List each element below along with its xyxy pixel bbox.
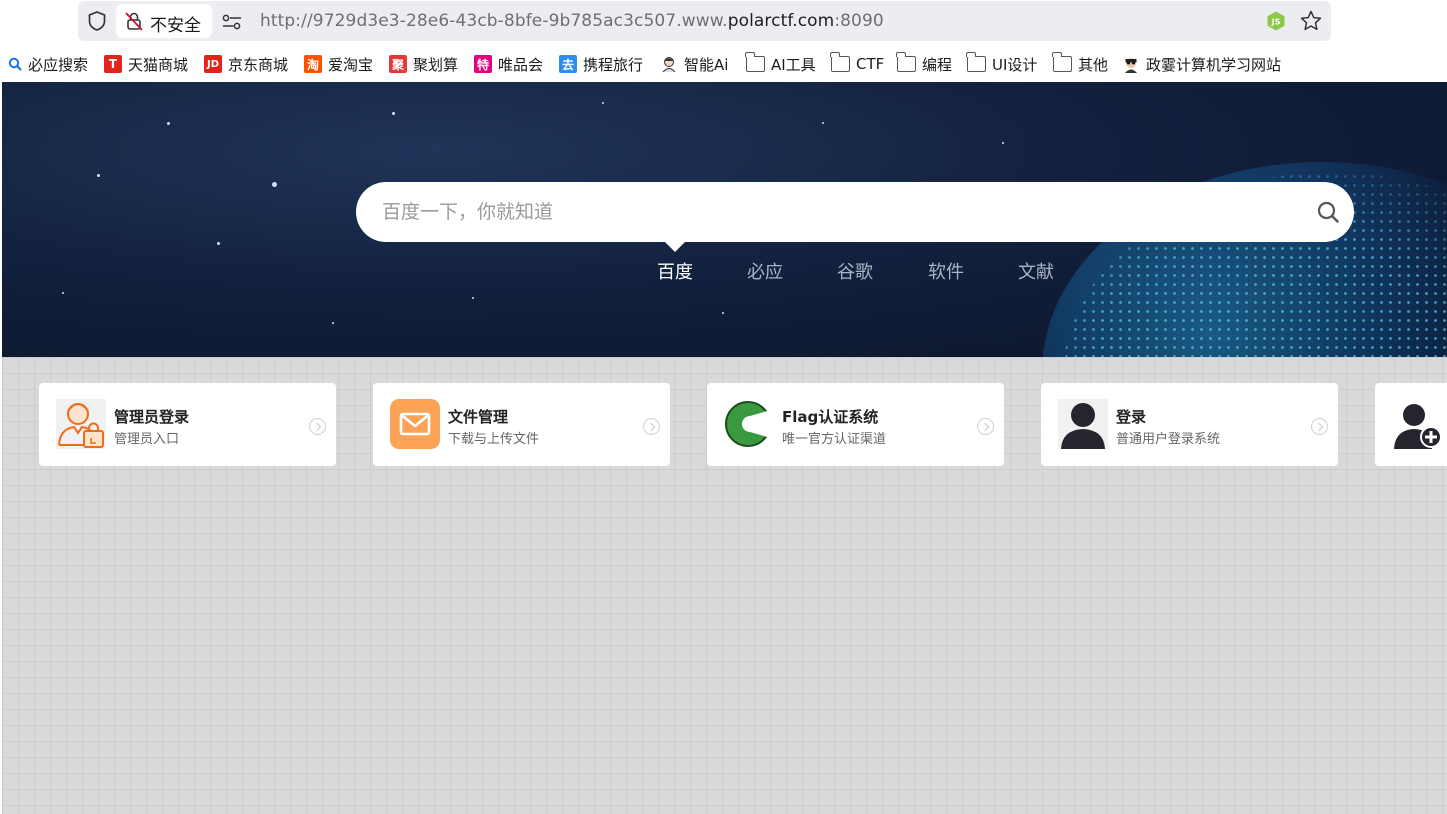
svg-text:JS: JS <box>1271 18 1281 27</box>
address-bar-row: 不安全 http://9729d3e3-28e6-43cb-8bfe-9b785… <box>0 0 1447 44</box>
bookmark-label: 必应搜索 <box>28 55 89 74</box>
ctrip-icon: 去 <box>559 55 577 73</box>
nodejs-extension-icon[interactable]: JS <box>1265 10 1287 32</box>
bookmark-juhuasuan[interactable]: 聚 聚划算 <box>389 53 458 75</box>
chevron-right-icon <box>309 418 326 435</box>
bookmark-ai[interactable]: 智能Ai <box>660 53 728 75</box>
ai-avatar-icon <box>662 57 676 73</box>
card-admin-login[interactable]: 管理员登录 管理员入口 <box>39 383 336 466</box>
card-subtitle: 唯一官方认证渠道 <box>782 432 887 447</box>
bookmark-tmall[interactable]: T 天猫商城 <box>104 53 188 75</box>
bookmark-label: UI设计 <box>992 55 1038 74</box>
card-subtitle: 普通用户登录系统 <box>1116 432 1221 447</box>
chevron-right-icon <box>977 418 994 435</box>
star-dot <box>1002 142 1004 144</box>
folder-icon <box>896 52 916 72</box>
juhuasuan-icon: 聚 <box>389 55 407 73</box>
bookmarks-bar: 必应搜索 T 天猫商城 JD 京东商城 淘 爱淘宝 聚 聚划算 特 唯品会 去 … <box>0 44 1447 82</box>
card-title: Flag认证系统 <box>782 408 879 426</box>
user-icon <box>1058 399 1108 449</box>
card-title: 登录 <box>1116 408 1147 426</box>
engine-tab-literature[interactable]: 文献 <box>1018 258 1054 284</box>
card-subtitle: 管理员入口 <box>114 432 180 447</box>
bookmark-label: 智能Ai <box>684 55 729 74</box>
active-engine-pointer <box>665 242 685 252</box>
bookmark-label: 其他 <box>1078 55 1109 74</box>
folder-icon <box>830 52 850 72</box>
mail-icon <box>390 399 440 449</box>
star-dot <box>167 122 170 125</box>
star-dot <box>822 122 824 124</box>
bookmark-bing[interactable]: 必应搜索 <box>8 53 88 75</box>
engine-tab-google[interactable]: 谷歌 <box>837 258 873 284</box>
bookmark-label: 编程 <box>922 55 953 74</box>
bookmark-label: 京东商城 <box>228 55 289 74</box>
vipshop-icon: 特 <box>474 55 492 73</box>
bookmark-taobao[interactable]: 淘 爱淘宝 <box>304 53 373 75</box>
jd-icon: JD <box>204 55 222 73</box>
bookmark-label: 携程旅行 <box>583 55 644 74</box>
folder-icon <box>1052 52 1072 72</box>
card-flag-auth[interactable]: Flag认证系统 唯一官方认证渠道 <box>707 383 1004 466</box>
star-dot <box>392 112 395 115</box>
search-box <box>356 182 1354 242</box>
url-host: polarctf.com <box>727 11 835 31</box>
url-port: :8090 <box>834 11 884 31</box>
bookmark-folder-ctf[interactable]: CTF <box>830 52 885 75</box>
folder-icon <box>745 52 765 72</box>
star-dot <box>97 174 100 177</box>
engine-tab-baidu[interactable]: 百度 <box>657 258 693 284</box>
card-title: 文件管理 <box>448 408 509 426</box>
url-text[interactable]: http://9729d3e3-28e6-43cb-8bfe-9b785ac3c… <box>260 11 884 31</box>
bookmark-label: 政霎计算机学习网站 <box>1146 55 1282 74</box>
star-dot <box>272 182 277 187</box>
star-dot <box>722 312 724 314</box>
bookmark-ctrip[interactable]: 去 携程旅行 <box>559 53 643 75</box>
search-icon[interactable] <box>1316 200 1340 224</box>
chevron-right-icon <box>1311 418 1328 435</box>
bookmark-jd[interactable]: JD 京东商城 <box>204 53 288 75</box>
card-title: 管理员登录 <box>114 408 190 426</box>
star-dot <box>62 292 64 294</box>
add-user-icon <box>1394 404 1442 449</box>
site-permissions-icon[interactable] <box>220 11 244 33</box>
engine-tab-bing[interactable]: 必应 <box>747 258 783 284</box>
card-register[interactable] <box>1375 383 1447 466</box>
security-label: 不安全 <box>150 16 201 36</box>
star-dot <box>332 322 334 324</box>
bookmark-label: CTF <box>856 55 885 73</box>
bookmark-folder-other[interactable]: 其他 <box>1052 52 1109 75</box>
bookmark-label: 聚划算 <box>413 55 459 74</box>
bookmark-label: 天猫商城 <box>128 55 189 74</box>
tracking-protection-shield-icon[interactable] <box>86 10 108 32</box>
bookmark-star-icon[interactable] <box>1299 9 1323 33</box>
chevron-right-icon <box>643 418 660 435</box>
card-file-management[interactable]: 文件管理 下载与上传文件 <box>373 383 670 466</box>
bookmark-label: 爱淘宝 <box>328 55 374 74</box>
card-subtitle: 下载与上传文件 <box>448 432 540 447</box>
bookmark-label: 唯品会 <box>498 55 544 74</box>
card-user-login[interactable]: 登录 普通用户登录系统 <box>1041 383 1338 466</box>
bookmark-label: AI工具 <box>771 55 816 74</box>
site-avatar-icon <box>1125 58 1137 73</box>
url-prefix: http://9729d3e3-28e6-43cb-8bfe-9b785ac3c… <box>260 11 728 31</box>
taobao-icon: 淘 <box>304 55 322 73</box>
folder-icon <box>966 52 986 72</box>
bookmark-cs-learning-site[interactable]: 政霎计算机学习网站 <box>1122 53 1281 75</box>
bing-search-icon <box>8 57 22 71</box>
star-dot <box>217 242 220 245</box>
admin-user-icon <box>56 399 106 449</box>
bookmark-folder-ai-tools[interactable]: AI工具 <box>745 52 816 75</box>
star-dot <box>472 297 474 299</box>
bookmark-folder-programming[interactable]: 编程 <box>896 52 953 75</box>
bookmark-folder-ui-design[interactable]: UI设计 <box>966 52 1038 75</box>
engine-tab-software[interactable]: 软件 <box>928 258 964 284</box>
tmall-icon: T <box>104 55 122 73</box>
search-input[interactable] <box>382 200 1282 224</box>
bookmark-vipshop[interactable]: 特 唯品会 <box>474 53 543 75</box>
insecure-lock-icon <box>125 12 143 31</box>
flag-c-logo-icon <box>725 401 774 447</box>
star-dot <box>602 102 604 104</box>
